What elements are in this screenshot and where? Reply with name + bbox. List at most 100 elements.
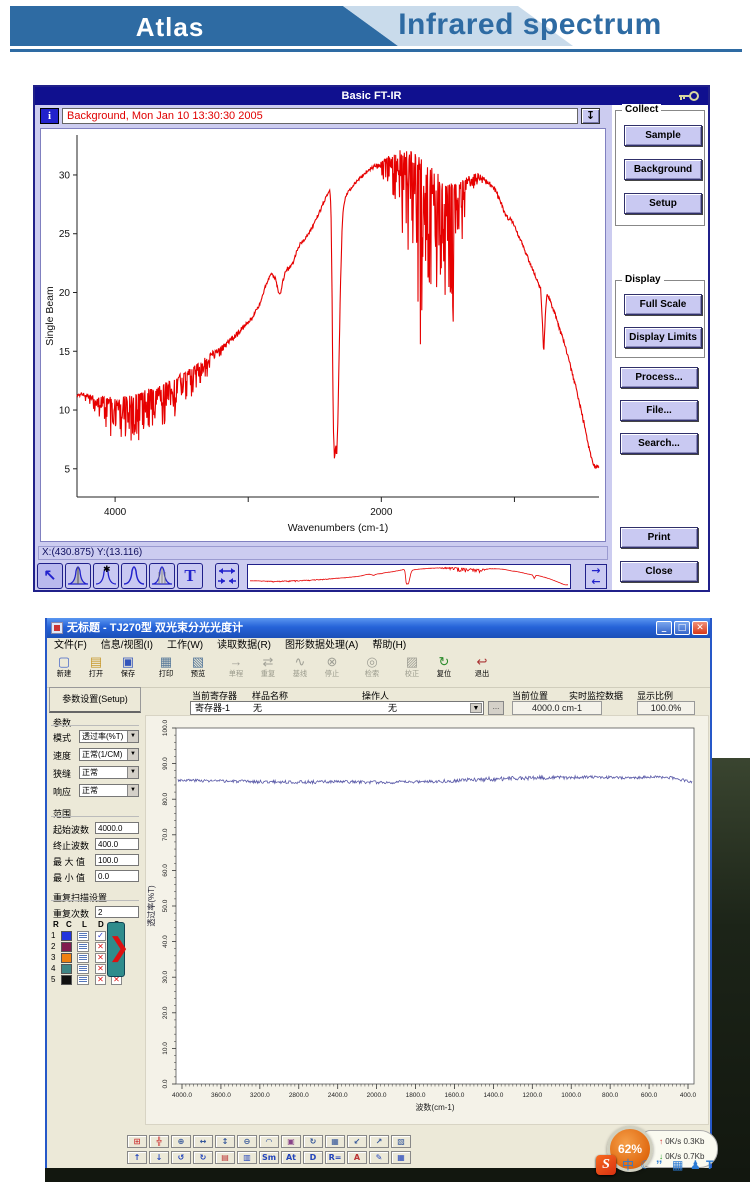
scale-down-icon[interactable]: ↙ [347, 1135, 367, 1148]
chevron-down-icon[interactable]: ▼ [127, 767, 138, 778]
display-limits-button[interactable]: Display Limits [624, 327, 702, 348]
min-input[interactable] [95, 870, 139, 882]
reset-icon[interactable]: ↻复位 [429, 654, 459, 686]
line-style-icon[interactable] [77, 942, 89, 952]
start-wn-input[interactable] [95, 822, 139, 834]
print-button[interactable]: Print [620, 527, 698, 548]
grid-icon[interactable]: ▦ [325, 1135, 345, 1148]
skin-icon[interactable]: T [706, 1157, 713, 1173]
tj-spectrum-chart[interactable]: 100.090.080.070.060.050.040.030.020.010.… [145, 715, 709, 1125]
tab-setup[interactable]: 参数设置(Setup) [49, 687, 141, 713]
menu-item-0[interactable]: 文件(F) [47, 638, 94, 653]
chevron-down-icon[interactable]: ▼ [127, 731, 138, 742]
background-button[interactable]: Background [624, 159, 702, 180]
ftir-titlebar[interactable]: Basic FT-IR [35, 87, 708, 105]
derivative-icon[interactable]: D [303, 1151, 323, 1164]
menu-item-2[interactable]: 工作(W) [160, 638, 210, 653]
ruler-icon[interactable]: ▤ [215, 1151, 235, 1164]
pan-v-icon[interactable]: ↕ [215, 1135, 235, 1148]
line-style-icon[interactable] [77, 975, 89, 985]
shift-up-icon[interactable]: ↑ [127, 1151, 147, 1164]
open-folder-icon[interactable]: ▤打开 [81, 654, 111, 686]
menu-item-4[interactable]: 图形数据处理(A) [278, 638, 365, 653]
register-color-swatch[interactable] [61, 964, 72, 974]
autolabel-icon[interactable]: At [281, 1151, 301, 1164]
sogou-s-icon[interactable]: S [596, 1155, 616, 1175]
chinese-mode-icon[interactable]: 中 [622, 1157, 634, 1173]
mode-select[interactable]: 透过率(%T)▼ [79, 730, 139, 743]
printer-icon[interactable]: ▦打印 [151, 654, 181, 686]
rotate-icon[interactable]: ↻ [303, 1135, 323, 1148]
smooth-icon[interactable]: Sm [259, 1151, 279, 1164]
line-style-icon[interactable] [77, 953, 89, 963]
print-preview-icon[interactable]: ▧预览 [183, 654, 213, 686]
peak-star-icon[interactable]: ✱ [93, 563, 119, 589]
scale-up-icon[interactable]: ↗ [369, 1135, 389, 1148]
peak-hatched-icon[interactable] [149, 563, 175, 589]
response-select[interactable]: 正常▼ [79, 784, 139, 797]
menu-item-3[interactable]: 读取数据(R) [210, 638, 278, 653]
maximize-button[interactable]: □ [674, 621, 690, 635]
redo-icon[interactable]: ↻ [193, 1151, 213, 1164]
end-wn-input[interactable] [95, 838, 139, 850]
info-icon[interactable]: i [40, 108, 59, 124]
spectro-titlebar[interactable]: 无标题 - TJ270型 双光束分光光度计 _ □ ✕ [47, 618, 710, 638]
cross-icon[interactable]: ✕ [95, 953, 106, 963]
close-icon[interactable]: ✕ [692, 621, 708, 635]
ratio-icon[interactable]: R= [325, 1151, 345, 1164]
full-range-icon[interactable]: ⊞ [127, 1135, 147, 1148]
select-arrow-icon[interactable]: ↖ [37, 563, 63, 589]
shift-down-icon[interactable]: ↓ [149, 1151, 169, 1164]
register-color-swatch[interactable] [61, 975, 72, 985]
exit-icon[interactable]: ↩退出 [467, 654, 497, 686]
trace-dropdown-button[interactable]: ↧ [581, 108, 600, 124]
person-icon[interactable]: ♟ [690, 1157, 701, 1173]
swap-traces-icon[interactable]: → ← [585, 564, 607, 589]
expand-panel-button[interactable]: ❯ [107, 922, 125, 977]
search-button[interactable]: Search... [620, 433, 698, 454]
cross-icon[interactable]: ✕ [95, 964, 106, 974]
file-button[interactable]: File... [620, 400, 698, 421]
overview-spectrum-strip[interactable] [247, 564, 571, 589]
new-doc-icon[interactable]: ▢新建 [49, 654, 79, 686]
peak-filled-icon[interactable] [65, 563, 91, 589]
process-button[interactable]: Process... [620, 367, 698, 388]
image-icon[interactable]: ▣ [281, 1135, 301, 1148]
full-scale-button[interactable]: Full Scale [624, 294, 702, 315]
chevron-down-icon[interactable]: ▼ [127, 749, 138, 760]
zoom-in-icon[interactable]: ⊕ [171, 1135, 191, 1148]
slit-select[interactable]: 正常▼ [79, 766, 139, 779]
more-options-button[interactable]: ... [488, 701, 504, 715]
cross-icon[interactable]: ✕ [95, 975, 106, 985]
close-button[interactable]: Close [620, 561, 698, 582]
compress-range-icon[interactable]: ╬ [149, 1135, 169, 1148]
max-input[interactable] [95, 854, 139, 866]
check-icon[interactable]: ✓ [95, 931, 106, 941]
register-color-swatch[interactable] [61, 953, 72, 963]
keyboard-icon[interactable]: ▦ [672, 1157, 683, 1173]
save-disk-icon[interactable]: ▣保存 [113, 654, 143, 686]
ftir-spectrum-chart[interactable]: 5101520253040002000Wavenumbers (cm-1)Sin… [40, 128, 606, 542]
moon-icon[interactable]: ☾ [640, 1157, 651, 1173]
minimize-button[interactable]: _ [656, 621, 672, 635]
sample-button[interactable]: Sample [624, 125, 702, 146]
text-tool-icon[interactable]: T [177, 563, 203, 589]
chevron-down-icon[interactable]: ▼ [127, 785, 138, 796]
pan-h-icon[interactable]: ↔ [193, 1135, 213, 1148]
cross-icon[interactable]: ✕ [95, 942, 106, 952]
menu-item-5[interactable]: 帮助(H) [365, 638, 413, 653]
annotate-icon[interactable]: A [347, 1151, 367, 1164]
punctuation-icon[interactable]: ’’ [656, 1157, 662, 1173]
line-style-icon[interactable] [77, 931, 89, 941]
undo-icon[interactable]: ↺ [171, 1151, 191, 1164]
draw-icon[interactable]: ✎ [369, 1151, 389, 1164]
combo-arrow-icon[interactable]: ▼ [470, 703, 482, 713]
line-style-icon[interactable] [77, 964, 89, 974]
trace-icon[interactable]: ◠ [259, 1135, 279, 1148]
register-color-swatch[interactable] [61, 942, 72, 952]
register-combo[interactable]: 寄存器-1 无 无 ▼ [190, 701, 484, 715]
table-icon[interactable]: ▦ [391, 1151, 411, 1164]
setup-button[interactable]: Setup [624, 193, 702, 214]
zoom-out-icon[interactable]: ⊖ [237, 1135, 257, 1148]
repeat-count-input[interactable] [95, 906, 139, 918]
